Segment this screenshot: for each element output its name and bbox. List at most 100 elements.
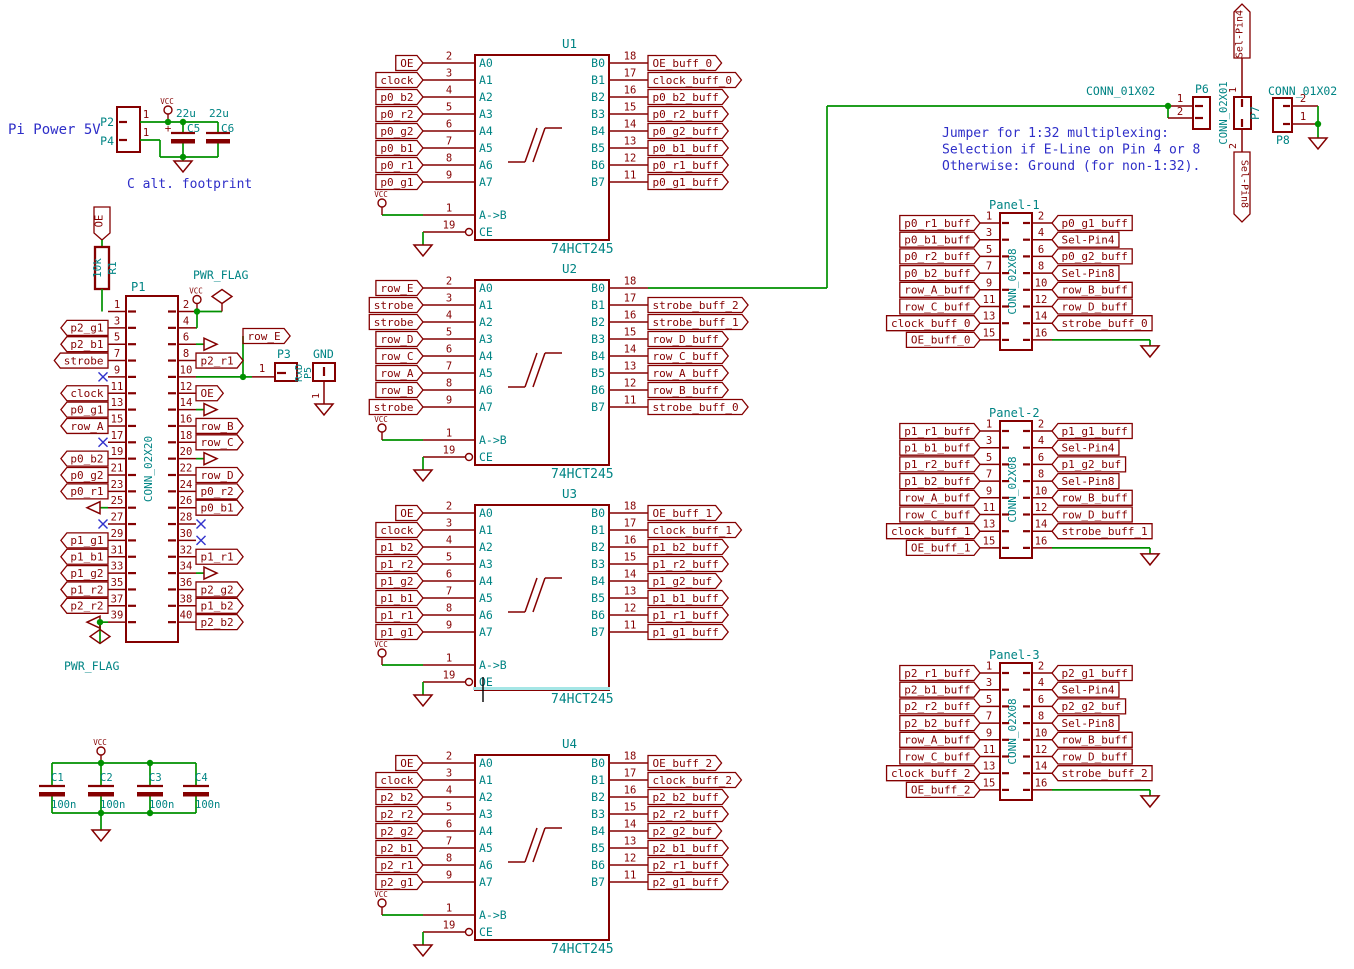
net-label-Sel-Pin8[interactable]: Sel-Pin8 bbox=[1052, 716, 1119, 731]
net-label-row_B[interactable]: row_B bbox=[376, 383, 423, 398]
net-label-row_A_buff[interactable]: row_A_buff bbox=[648, 366, 728, 381]
net-label-p0_b1[interactable]: p0_b1 bbox=[196, 500, 243, 515]
capacitor-C3[interactable]: C3100n bbox=[137, 763, 174, 813]
net-label-p2_b1[interactable]: p2_b1 bbox=[376, 841, 423, 856]
net-label-clock_buff_2[interactable]: clock_buff_2 bbox=[648, 773, 741, 788]
net-label-p2_r1[interactable]: p2_r1 bbox=[196, 353, 243, 368]
net-label-p0_g1[interactable]: p0_g1 bbox=[376, 175, 423, 190]
net-label-row_D_buff[interactable]: row_D_buff bbox=[1052, 299, 1132, 314]
net-label-p2_r1_buff[interactable]: p2_r1_buff bbox=[900, 666, 980, 681]
net-label-p0_b1_buff[interactable]: p0_b1_buff bbox=[648, 141, 728, 156]
net-label-p2_b2_buff[interactable]: p2_b2_buff bbox=[900, 716, 980, 731]
capacitor-C2[interactable]: C2100n bbox=[88, 763, 125, 813]
net-label-p2_r1[interactable]: p2_r1 bbox=[376, 858, 423, 873]
net-label-p1_r2_buff[interactable]: p1_r2_buff bbox=[900, 457, 980, 472]
pwr-flag-symbol[interactable] bbox=[212, 290, 232, 312]
net-label-p0_r2[interactable]: p0_r2 bbox=[196, 484, 243, 499]
net-label-p1_r2_buff[interactable]: p1_r2_buff bbox=[648, 557, 728, 572]
net-label-p1_g2[interactable]: p1_g2 bbox=[376, 574, 423, 589]
connector-p7[interactable]: Sel-Pin412Sel-Pin8CONN_02X01P7 bbox=[1218, 4, 1262, 222]
net-label-p2_b2_buff[interactable]: p2_b2_buff bbox=[648, 790, 728, 805]
net-label-row_A_buff[interactable]: row_A_buff bbox=[900, 490, 980, 505]
net-label-p0_b1_buff[interactable]: p0_b1_buff bbox=[900, 232, 980, 247]
ic-U4[interactable]: U474HCT2452A018B03A117B14A216B25A315B36A… bbox=[374, 736, 648, 957]
net-label-row_D_buff[interactable]: row_D_buff bbox=[1052, 507, 1132, 522]
net-label-OE_buff_0[interactable]: OE_buff_0 bbox=[648, 56, 722, 71]
vcc-symbol[interactable]: VCC bbox=[374, 890, 388, 915]
net-label-row_D_buff[interactable]: row_D_buff bbox=[648, 332, 728, 347]
net-label-p1_b2_buff[interactable]: p1_b2_buff bbox=[900, 474, 980, 489]
net-label-p1_r2[interactable]: p1_r2 bbox=[61, 582, 108, 597]
net-label-p0_r1[interactable]: p0_r1 bbox=[61, 484, 108, 499]
net-label-p2_b2[interactable]: p2_b2 bbox=[196, 615, 243, 630]
resistor-r1[interactable]: 10kR1 bbox=[91, 247, 119, 289]
net-label-p0_g1_buff[interactable]: p0_g1_buff bbox=[648, 175, 728, 190]
net-label-row_A[interactable]: row_A bbox=[376, 366, 423, 381]
vcc-symbol[interactable]: VCC bbox=[374, 640, 388, 665]
net-label-row_B_buff[interactable]: row_B_buff bbox=[1052, 732, 1132, 747]
net-label-row_C_buff[interactable]: row_C_buff bbox=[648, 349, 728, 364]
net-label-strobe[interactable]: strobe bbox=[54, 353, 108, 368]
net-label-OE_buff_2[interactable]: OE_buff_2 bbox=[648, 756, 722, 771]
net-label-p1_b1[interactable]: p1_b1 bbox=[376, 591, 423, 606]
net-label-row_E[interactable]: row_E bbox=[243, 329, 290, 344]
net-label-OE_buff_2[interactable]: OE_buff_2 bbox=[906, 782, 980, 797]
net-label-strobe_buff_1[interactable]: strobe_buff_1 bbox=[1052, 524, 1152, 539]
net-label-OE[interactable]: OE bbox=[196, 386, 223, 401]
net-label-p2_g1[interactable]: p2_g1 bbox=[376, 875, 423, 890]
net-label-p0_b1[interactable]: p0_b1 bbox=[376, 141, 423, 156]
net-label-strobe_buff_2[interactable]: strobe_buff_2 bbox=[1052, 766, 1152, 781]
net-label-p0_g2_buff[interactable]: p0_g2_buff bbox=[1052, 249, 1132, 264]
net-label-OE[interactable]: OE bbox=[396, 756, 423, 771]
net-label-OE_buff_0[interactable]: OE_buff_0 bbox=[906, 332, 980, 347]
net-label-p2_g1_buff[interactable]: p2_g1_buff bbox=[648, 875, 728, 890]
net-label-clock_buff_2[interactable]: clock_buff_2 bbox=[887, 766, 980, 781]
net-label-p1_g2_buf[interactable]: p1_g2_buf bbox=[1052, 457, 1126, 472]
net-label-strobe_buff_0[interactable]: strobe_buff_0 bbox=[648, 400, 748, 415]
net-label-Sel-Pin8[interactable]: Sel-Pin8 bbox=[1052, 474, 1119, 489]
net-label-Sel-Pin8[interactable]: Sel-Pin8 bbox=[1234, 152, 1250, 222]
net-label-OE_buff_1[interactable]: OE_buff_1 bbox=[648, 506, 722, 521]
net-label-strobe[interactable]: strobe bbox=[369, 315, 423, 330]
net-label-p0_b2[interactable]: p0_b2 bbox=[376, 90, 423, 105]
net-label-row_C[interactable]: row_C bbox=[196, 435, 243, 450]
net-label-p2_g2_buf[interactable]: p2_g2_buf bbox=[1052, 699, 1126, 714]
net-label-OE_buff_1[interactable]: OE_buff_1 bbox=[906, 540, 980, 555]
net-label-p0_b2_buff[interactable]: p0_b2_buff bbox=[648, 90, 728, 105]
net-label-p1_b2[interactable]: p1_b2 bbox=[376, 540, 423, 555]
net-label-p1_b1[interactable]: p1_b1 bbox=[61, 549, 108, 564]
capacitor-c5[interactable]: +C522u bbox=[165, 107, 201, 157]
ic-U3[interactable]: U374HCT2452A018B03A117B14A216B25A315B36A… bbox=[374, 486, 648, 707]
net-label-p0_b2[interactable]: p0_b2 bbox=[61, 451, 108, 466]
net-label-OE-vertical[interactable]: OE bbox=[94, 207, 111, 240]
net-label-p1_r1_buff[interactable]: p1_r1_buff bbox=[648, 608, 728, 623]
ic-U2[interactable]: U274HCT2452A018B03A117B14A216B25A315B36A… bbox=[374, 261, 648, 482]
net-label-row_C[interactable]: row_C bbox=[376, 349, 423, 364]
net-label-row_B[interactable]: row_B bbox=[196, 418, 243, 433]
net-label-Sel-Pin8[interactable]: Sel-Pin8 bbox=[1052, 266, 1119, 281]
net-label-p2_g1_buff[interactable]: p2_g1_buff bbox=[1052, 666, 1132, 681]
net-label-p1_b1_buff[interactable]: p1_b1_buff bbox=[900, 440, 980, 455]
net-label-row_B_buff[interactable]: row_B_buff bbox=[1052, 490, 1132, 505]
net-label-row_C_buff[interactable]: row_C_buff bbox=[900, 299, 980, 314]
net-label-p1_g1[interactable]: p1_g1 bbox=[61, 533, 108, 548]
net-label-p2_b2[interactable]: p2_b2 bbox=[376, 790, 423, 805]
net-label-p1_g1_buff[interactable]: p1_g1_buff bbox=[648, 625, 728, 640]
vcc-symbol[interactable]: VCC bbox=[93, 738, 107, 763]
net-label-Sel-Pin4[interactable]: Sel-Pin4 bbox=[1234, 4, 1250, 58]
net-label-p2_g2[interactable]: p2_g2 bbox=[376, 824, 423, 839]
vcc-symbol[interactable]: VCC bbox=[374, 190, 388, 215]
vcc-symbol[interactable]: VCC bbox=[160, 97, 174, 122]
net-label-row_E[interactable]: row_E bbox=[376, 281, 423, 296]
net-label-row_A_buff[interactable]: row_A_buff bbox=[900, 282, 980, 297]
net-label-strobe_buff_0[interactable]: strobe_buff_0 bbox=[1052, 316, 1152, 331]
net-label-p2_r2_buff[interactable]: p2_r2_buff bbox=[648, 807, 728, 822]
net-label-strobe[interactable]: strobe bbox=[369, 400, 423, 415]
net-label-p1_g1_buff[interactable]: p1_g1_buff bbox=[1052, 424, 1132, 439]
vcc-symbol[interactable]: VCC bbox=[374, 415, 388, 440]
net-label-Sel-Pin4[interactable]: Sel-Pin4 bbox=[1052, 232, 1119, 247]
net-label-p1_b2[interactable]: p1_b2 bbox=[196, 598, 243, 613]
net-label-p2_b1_buff[interactable]: p2_b1_buff bbox=[900, 682, 980, 697]
net-label-clock_buff_1[interactable]: clock_buff_1 bbox=[648, 523, 741, 538]
ic-U1[interactable]: U174HCT2452A018B03A117B14A216B25A315B36A… bbox=[374, 36, 648, 257]
